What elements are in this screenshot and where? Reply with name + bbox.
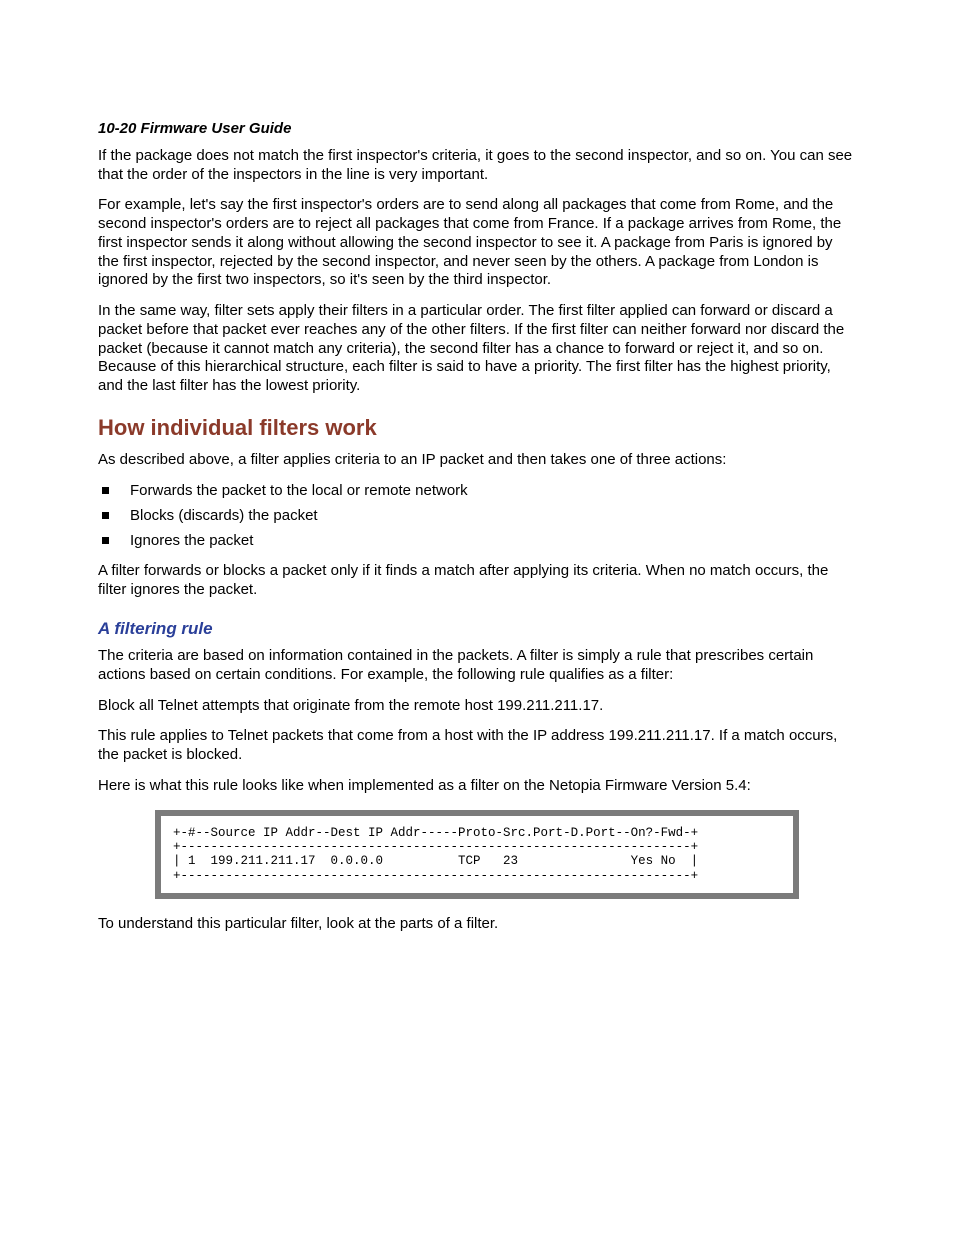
body-paragraph: As described above, a filter applies cri… [98, 451, 856, 470]
list-item: Ignores the packet [98, 532, 856, 551]
body-paragraph: Here is what this rule looks like when i… [98, 777, 856, 796]
bullet-list: Forwards the packet to the local or remo… [98, 482, 856, 550]
body-paragraph: If the package does not match the first … [98, 147, 856, 185]
page-header: 10-20 Firmware User Guide [98, 120, 856, 139]
terminal-output: +-#--Source IP Addr--Dest IP Addr-----Pr… [155, 810, 799, 900]
list-item: Forwards the packet to the local or remo… [98, 482, 856, 501]
section-heading: How individual filters work [98, 414, 856, 442]
subsection-heading: A filtering rule [98, 618, 856, 639]
body-paragraph: To understand this particular filter, lo… [98, 915, 856, 934]
body-paragraph: In the same way, filter sets apply their… [98, 302, 856, 396]
body-paragraph: This rule applies to Telnet packets that… [98, 727, 856, 765]
body-paragraph: Block all Telnet attempts that originate… [98, 697, 856, 716]
document-page: 10-20 Firmware User Guide If the package… [0, 0, 954, 1235]
list-item: Blocks (discards) the packet [98, 507, 856, 526]
body-paragraph: A filter forwards or blocks a packet onl… [98, 562, 856, 600]
body-paragraph: The criteria are based on information co… [98, 647, 856, 685]
body-paragraph: For example, let's say the first inspect… [98, 196, 856, 290]
